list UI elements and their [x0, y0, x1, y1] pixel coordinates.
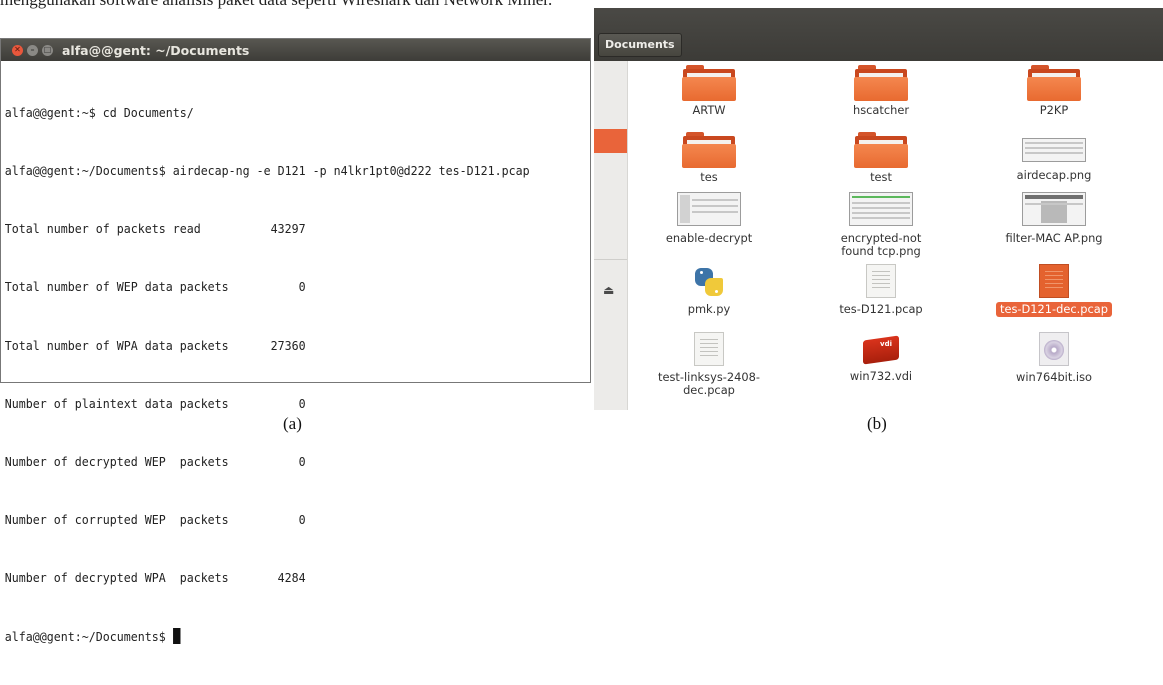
terminal-window[interactable]: ✕ – □ alfa@@gent: ~/Documents alfa@@gent…	[0, 38, 591, 644]
file-label: tes-D121.pcap	[839, 302, 923, 316]
terminal-prompt-line[interactable]: alfa@@gent:~/Documents$	[5, 627, 549, 646]
file-label: P2KP	[1039, 103, 1069, 117]
file-item-tes-d121-dec-pcap[interactable]: tes-D121-dec.pcap	[979, 264, 1129, 318]
file-label: hscatcher	[852, 103, 910, 117]
minimize-icon[interactable]: –	[27, 44, 38, 56]
file-icon-grid[interactable]: ARTW hscatcher P2KP tes test airdecap.pn…	[634, 61, 1163, 410]
file-item-enable-decrypt[interactable]: enable-decrypt	[634, 192, 784, 245]
file-item-win732-vdi[interactable]: vdi win732.vdi	[806, 332, 956, 383]
sidebar-divider	[594, 259, 627, 260]
terminal-line: Number of corrupted WEP packets 0	[4, 512, 306, 528]
file-label: airdecap.png	[1016, 168, 1092, 182]
vdi-file-icon: vdi	[861, 332, 901, 365]
terminal-line: alfa@@gent:~/Documents$ airdecap-ng -e D…	[4, 163, 530, 179]
image-thumbnail-icon	[849, 192, 913, 226]
terminal-output[interactable]: alfa@@gent:~$ cd Documents/ alfa@@gent:~…	[1, 61, 549, 685]
terminal-titlebar[interactable]: ✕ – □ alfa@@gent: ~/Documents	[1, 39, 590, 61]
text-cursor	[172, 627, 181, 644]
sidebar-selected-item[interactable]	[594, 129, 627, 153]
image-thumbnail-icon	[1022, 192, 1086, 226]
terminal-line: Total number of WPA data packets 27360	[4, 337, 306, 353]
file-item-test-linksys[interactable]: test-linksys-2408- dec.pcap	[634, 332, 784, 397]
terminal-line: Number of decrypted WPA packets 4284	[4, 570, 306, 586]
file-manager-toolbar: Documents	[594, 8, 1163, 61]
folder-icon	[682, 132, 736, 168]
file-item-tes[interactable]: tes	[634, 132, 784, 184]
terminal-line: Total number of packets read 43297	[4, 221, 306, 237]
file-label: encrypted-not found tcp.png	[840, 231, 922, 258]
places-sidebar[interactable]: ⏏	[594, 61, 628, 410]
file-item-test[interactable]: test	[806, 132, 956, 184]
file-item-tes-d121-pcap[interactable]: tes-D121.pcap	[806, 264, 956, 316]
file-item-encrypted-not-found[interactable]: encrypted-not found tcp.png	[806, 192, 956, 258]
file-label: pmk.py	[687, 302, 731, 316]
folder-icon	[1027, 65, 1081, 101]
file-item-win764bit-iso[interactable]: win764bit.iso	[979, 332, 1129, 384]
file-label: tes	[700, 170, 718, 184]
file-label: enable-decrypt	[665, 231, 753, 245]
file-label: test-linksys-2408- dec.pcap	[658, 370, 760, 397]
text-file-icon	[694, 332, 724, 366]
file-label: test	[870, 170, 892, 184]
file-item-pmk-py[interactable]: pmk.py	[634, 266, 784, 316]
image-thumbnail-icon	[677, 192, 741, 226]
disc-image-icon	[1039, 332, 1069, 366]
close-icon[interactable]: ✕	[12, 44, 23, 56]
terminal-line: Number of decrypted WEP packets 0	[4, 454, 306, 470]
file-label: filter-MAC AP.png	[1005, 231, 1103, 245]
file-item-filter-mac-ap[interactable]: filter-MAC AP.png	[979, 192, 1129, 245]
image-thumbnail-icon	[1022, 138, 1086, 162]
path-bar-documents-button[interactable]: Documents	[598, 33, 682, 57]
caption-a: (a)	[283, 414, 302, 433]
file-item-hscatcher[interactable]: hscatcher	[806, 65, 956, 117]
file-label: win732.vdi	[849, 369, 913, 383]
eject-icon[interactable]: ⏏	[603, 283, 614, 297]
terminal-line: Number of plaintext data packets 0	[4, 395, 306, 411]
terminal-line: Total number of WEP data packets 0	[4, 279, 306, 295]
folder-icon	[682, 65, 736, 101]
terminal-line: alfa@@gent:~$ cd Documents/	[4, 104, 194, 120]
file-label-selected: tes-D121-dec.pcap	[996, 302, 1112, 317]
file-item-artw[interactable]: ARTW	[634, 65, 784, 117]
file-label: ARTW	[692, 103, 726, 117]
file-item-airdecap-png[interactable]: airdecap.png	[979, 138, 1129, 182]
terminal-prompt: alfa@@gent:~/Documents$	[4, 628, 173, 644]
folder-icon	[854, 132, 908, 168]
caption-b: (b)	[867, 414, 887, 433]
terminal-title: alfa@@gent: ~/Documents	[62, 42, 250, 58]
file-manager-window[interactable]: Documents ⏏ ARTW hscatcher P2KP tes test	[594, 8, 1163, 410]
file-label: win764bit.iso	[1016, 370, 1092, 384]
file-item-p2kp[interactable]: P2KP	[979, 65, 1129, 117]
text-file-icon	[866, 264, 896, 298]
python-file-icon	[693, 266, 725, 298]
maximize-icon[interactable]: □	[42, 44, 53, 56]
folder-icon	[854, 65, 908, 101]
text-file-icon	[1039, 264, 1069, 298]
